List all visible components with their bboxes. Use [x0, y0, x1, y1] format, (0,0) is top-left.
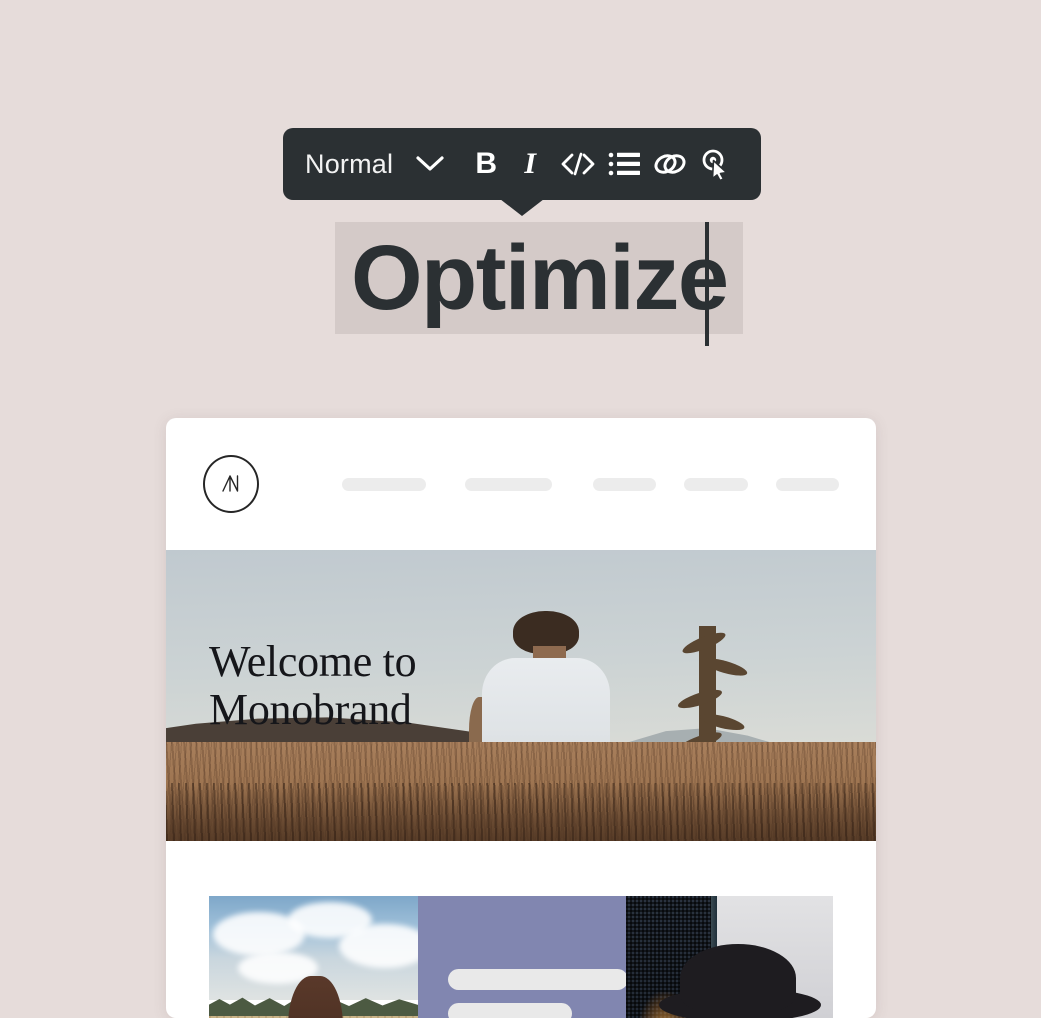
text-placeholder-bar [448, 1003, 572, 1018]
hero-title: Welcome to Monobrand [209, 638, 416, 735]
nav-pill[interactable] [593, 478, 656, 491]
nav-pill[interactable] [684, 478, 748, 491]
italic-icon: I [524, 149, 540, 179]
format-toolbar[interactable]: Normal B I [283, 128, 761, 200]
link-button[interactable] [647, 141, 693, 187]
nav-pill[interactable] [342, 478, 426, 491]
text-caret [705, 222, 709, 346]
chevron-down-icon [415, 155, 445, 173]
toolbar-pointer-tail [500, 199, 544, 216]
hero-wheat-shadow [166, 783, 876, 841]
hero-title-line-1: Welcome to [209, 638, 416, 686]
bulleted-list-icon [608, 151, 640, 177]
headline-selection[interactable]: Optimize [335, 222, 743, 334]
bold-button[interactable]: B [463, 141, 509, 187]
bulleted-list-button[interactable] [601, 141, 647, 187]
click-target-cursor-icon [699, 148, 733, 180]
panel-hat-crown [680, 944, 796, 1012]
text-placeholder-bar [448, 969, 626, 990]
text-style-dropdown[interactable]: Normal [305, 151, 445, 178]
code-icon [560, 151, 596, 177]
text-style-label: Normal [305, 151, 393, 178]
code-button[interactable] [555, 141, 601, 187]
nav-pill[interactable] [776, 478, 839, 491]
nav-pill[interactable] [465, 478, 552, 491]
link-icon [652, 151, 688, 177]
page-title: Optimize [351, 227, 727, 329]
monobrand-circle-m-logo[interactable] [203, 455, 259, 513]
hero-title-line-2: Monobrand [209, 686, 416, 734]
italic-button[interactable]: I [509, 141, 555, 187]
hero-section: Welcome to Monobrand [166, 550, 876, 841]
click-action-button[interactable] [693, 141, 739, 187]
editable-headline[interactable]: Optimize [335, 222, 743, 346]
site-nav [166, 418, 876, 550]
bold-icon: B [475, 149, 497, 179]
site-preview-card[interactable]: Welcome to Monobrand [166, 418, 876, 1018]
nav-placeholder-links [342, 478, 839, 491]
